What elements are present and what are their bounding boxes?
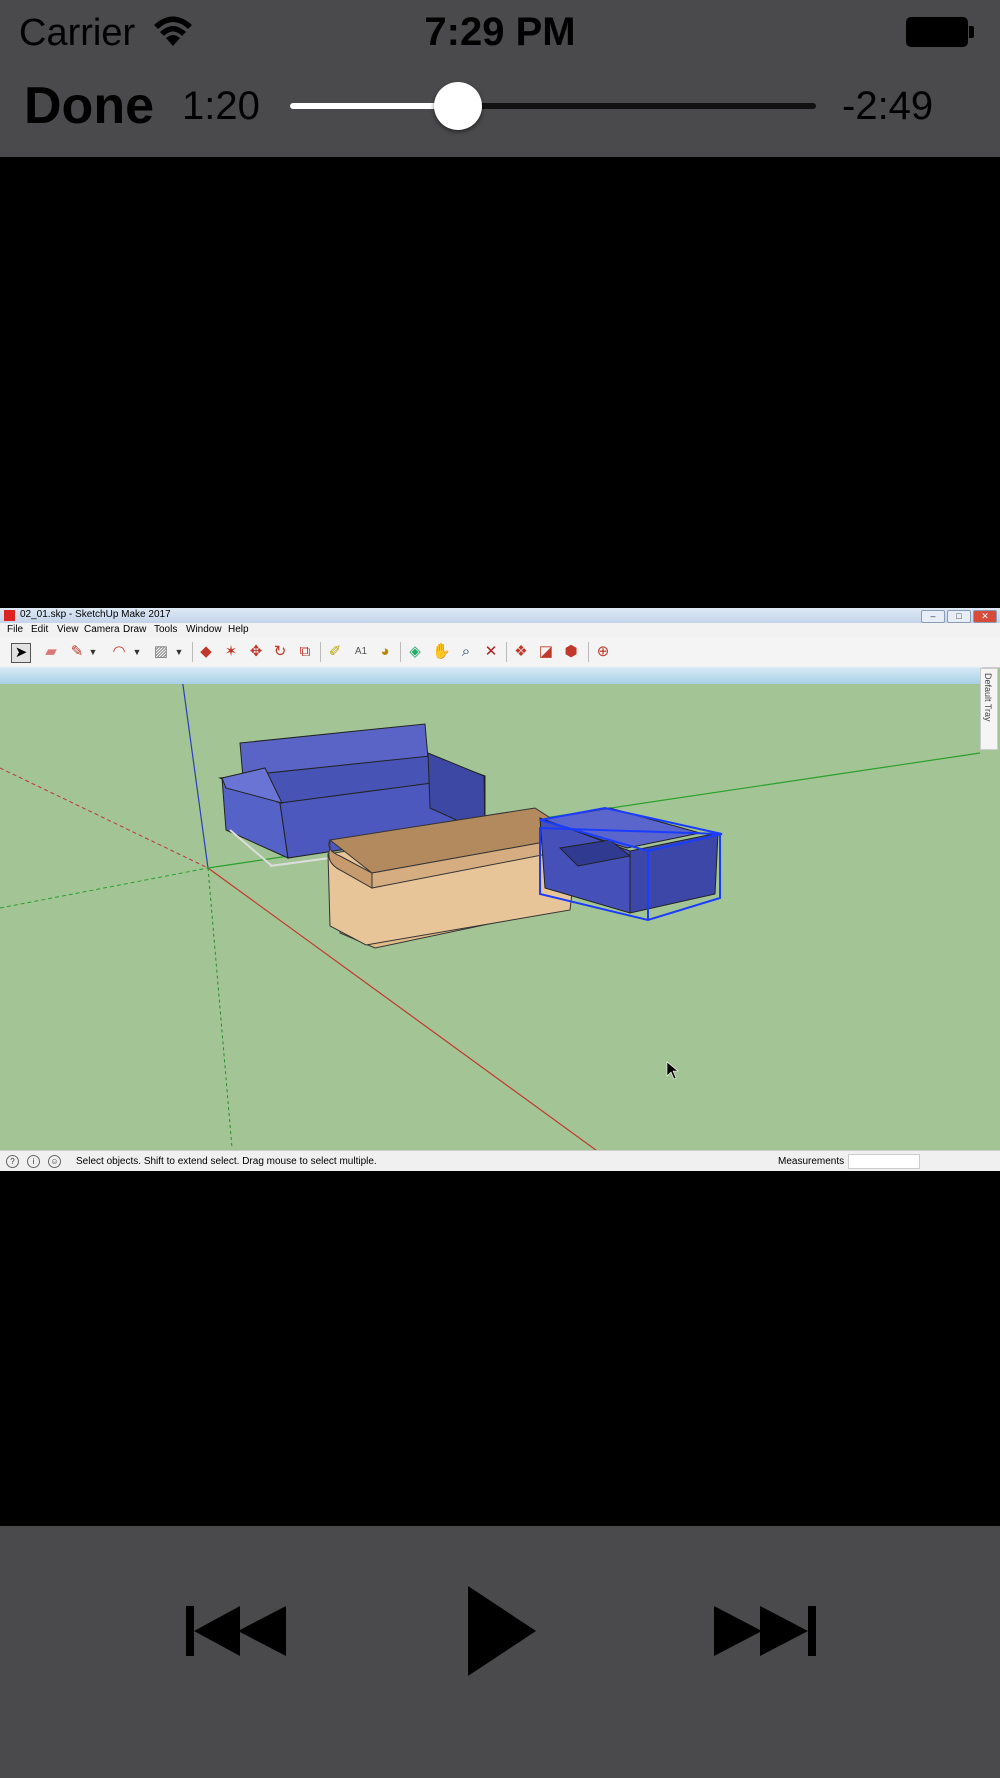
skip-forward-icon[interactable] bbox=[710, 1576, 820, 1686]
menu-tools: Tools bbox=[154, 624, 178, 635]
sketchup-toolbar: ➤ ▰ ✎ ▼ ◠ ▼ ▨ ▼ ◆ ✶ ✥ ↻ ⧉ ✐ A1 ◕ ◈ ✋ ⌕ ✕… bbox=[0, 637, 1000, 668]
skip-back-icon[interactable] bbox=[182, 1576, 292, 1686]
extension-manager-icon: ⊕ bbox=[596, 643, 610, 660]
geo-location-icon: ? bbox=[6, 1155, 19, 1168]
default-tray: Default Tray bbox=[980, 668, 998, 750]
remaining-time: -2:49 bbox=[842, 84, 934, 128]
tape-measure-icon: ✐ bbox=[328, 643, 342, 660]
sketchup-viewport bbox=[0, 662, 981, 1154]
sketchup-logo-icon bbox=[4, 610, 15, 621]
sketchup-titlebar: 02_01.skp - SketchUp Make 2017 – □ ✕ bbox=[0, 608, 1000, 623]
maximize-icon: □ bbox=[947, 610, 971, 623]
video-frame[interactable]: 02_01.skp - SketchUp Make 2017 – □ ✕ File … bbox=[0, 608, 1000, 1171]
playback-scrubber[interactable] bbox=[290, 82, 816, 130]
rotate-tool-icon: ↻ bbox=[273, 643, 287, 660]
text-tool-icon: A1 bbox=[354, 646, 368, 657]
minimize-icon: – bbox=[921, 610, 945, 623]
menu-edit: Edit bbox=[31, 624, 49, 635]
done-button[interactable]: Done bbox=[24, 76, 154, 136]
dropdown-icon: ▼ bbox=[174, 647, 184, 657]
menu-help: Help bbox=[228, 624, 249, 635]
player-controls bbox=[0, 1526, 1000, 1778]
measurements-label: Measurements bbox=[778, 1156, 845, 1167]
menu-view: View bbox=[57, 624, 79, 635]
menu-file: File bbox=[7, 624, 24, 635]
clock: 7:29 PM bbox=[424, 10, 576, 54]
share-model-icon: ⬢ bbox=[564, 643, 578, 660]
tray-label: Default Tray bbox=[983, 673, 993, 722]
sketchup-statusbar: ? i ☺ Select objects. Shift to extend se… bbox=[0, 1150, 1000, 1171]
window-title: 02_01.skp - SketchUp Make 2017 bbox=[20, 609, 171, 620]
select-tool-icon: ➤ bbox=[11, 643, 31, 663]
dropdown-icon: ▼ bbox=[132, 647, 142, 657]
scrubber-thumb[interactable] bbox=[434, 82, 483, 130]
move-tool-icon: ✥ bbox=[249, 643, 263, 660]
warehouse-icon: ❖ bbox=[514, 643, 528, 660]
follow-me-icon: ✶ bbox=[224, 643, 238, 660]
credits-icon: i bbox=[27, 1155, 40, 1168]
menu-draw: Draw bbox=[123, 624, 147, 635]
measurements-box bbox=[848, 1154, 920, 1169]
play-icon[interactable] bbox=[464, 1576, 540, 1686]
extension-warehouse-icon: ◪ bbox=[538, 643, 554, 660]
paint-bucket-icon: ◕ bbox=[380, 643, 390, 660]
user-icon: ☺ bbox=[48, 1155, 61, 1168]
window-controls: – □ ✕ bbox=[919, 610, 997, 623]
elapsed-time: 1:20 bbox=[182, 84, 260, 128]
close-icon: ✕ bbox=[973, 610, 997, 623]
pan-tool-icon: ✋ bbox=[432, 643, 451, 660]
scale-tool-icon: ⧉ bbox=[299, 643, 311, 660]
push-pull-icon: ◆ bbox=[200, 643, 212, 660]
mouse-cursor-icon bbox=[666, 1061, 679, 1080]
zoom-tool-icon: ⌕ bbox=[461, 643, 471, 660]
player-top-bar: Carrier 7:29 PM Done 1:20 -2:49 bbox=[0, 0, 1000, 157]
sketchup-menubar: File Edit View Camera Draw Tools Window … bbox=[0, 623, 1000, 637]
menu-camera: Camera bbox=[84, 624, 120, 635]
menu-window: Window bbox=[186, 624, 222, 635]
dropdown-icon: ▼ bbox=[88, 647, 98, 657]
viewport-sky bbox=[0, 667, 982, 684]
arc-tool-icon: ◠ bbox=[112, 643, 126, 660]
status-message: Select objects. Shift to extend select. … bbox=[76, 1156, 377, 1167]
battery-icon bbox=[906, 17, 974, 47]
zoom-extents-icon: ✕ bbox=[484, 643, 498, 660]
shape-tool-icon: ▨ bbox=[153, 643, 169, 660]
eraser-tool-icon: ▰ bbox=[45, 643, 57, 660]
orbit-tool-icon: ◈ bbox=[409, 643, 421, 660]
scrubber-progress bbox=[290, 103, 459, 109]
